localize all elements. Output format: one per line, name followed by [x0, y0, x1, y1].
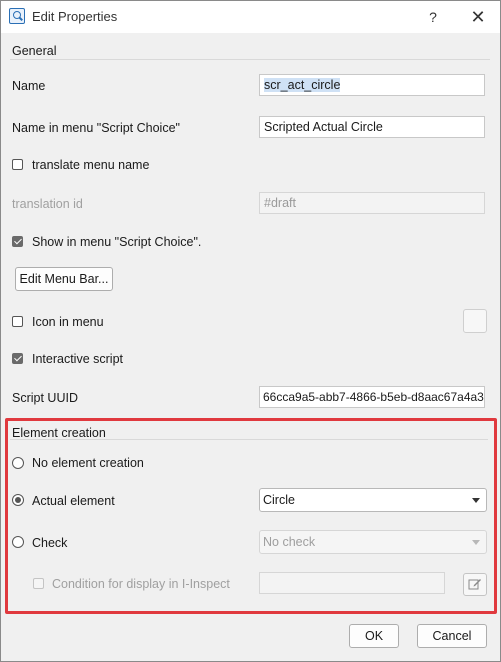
condition-checkbox[interactable] [33, 578, 44, 589]
condition-label: Condition for display in I-Inspect [52, 577, 230, 591]
element-creation-divider [10, 439, 488, 440]
show-in-menu-label: Show in menu "Script Choice". [32, 235, 202, 249]
check-label: Check [32, 536, 68, 550]
check-radio[interactable] [12, 536, 24, 548]
translate-label: translate menu name [32, 158, 150, 172]
app-icon [9, 8, 25, 24]
actual-element-select[interactable]: Circle [259, 488, 487, 512]
script-uuid-field[interactable]: 66cca9a5-abb7-4866-b5eb-d8aac67a4a3f [259, 386, 485, 408]
edit-icon [468, 579, 481, 590]
menu-name-field[interactable]: Scripted Actual Circle [259, 116, 485, 138]
interactive-script-label: Interactive script [32, 352, 124, 366]
translation-id-label: translation id [12, 197, 83, 211]
check-select-value: No check [263, 535, 316, 549]
dropdown-arrow-icon [472, 498, 480, 503]
translation-id-field[interactable]: #draft [259, 192, 485, 214]
edit-condition-button[interactable] [463, 573, 487, 596]
condition-field[interactable] [259, 572, 445, 594]
dropdown-arrow-icon [472, 540, 480, 545]
check-select[interactable]: No check [259, 530, 487, 554]
edit-menu-bar-button[interactable]: Edit Menu Bar... [15, 267, 113, 291]
show-in-menu-checkbox[interactable] [12, 236, 23, 247]
ok-button[interactable]: OK [349, 624, 399, 648]
name-field-value: scr_act_circle [264, 78, 341, 92]
translate-checkbox[interactable] [12, 159, 23, 170]
interactive-script-checkbox[interactable] [12, 353, 23, 364]
dialog-window: Edit Properties ? ✕ General Name scr_act… [0, 0, 501, 662]
no-element-radio[interactable] [12, 457, 24, 469]
no-element-label: No element creation [32, 456, 144, 470]
actual-element-radio[interactable] [12, 494, 24, 506]
menu-name-label: Name in menu "Script Choice" [12, 121, 180, 135]
icon-picker-button[interactable] [463, 309, 487, 333]
help-button[interactable]: ? [411, 1, 455, 33]
icon-in-menu-checkbox[interactable] [12, 316, 23, 327]
name-label: Name [12, 79, 46, 93]
name-field[interactable]: scr_act_circle [259, 74, 485, 96]
close-button[interactable]: ✕ [456, 1, 500, 33]
title-bar: Edit Properties ? ✕ [1, 1, 500, 33]
element-creation-section-label: Element creation [12, 426, 106, 440]
cancel-button[interactable]: Cancel [417, 624, 487, 648]
actual-element-select-value: Circle [263, 493, 295, 507]
general-section-label: General [12, 44, 57, 58]
general-divider [10, 59, 490, 60]
icon-in-menu-label: Icon in menu [32, 315, 104, 329]
script-uuid-label: Script UUID [12, 391, 78, 405]
window-title: Edit Properties [32, 9, 118, 24]
actual-element-label: Actual element [32, 494, 115, 508]
